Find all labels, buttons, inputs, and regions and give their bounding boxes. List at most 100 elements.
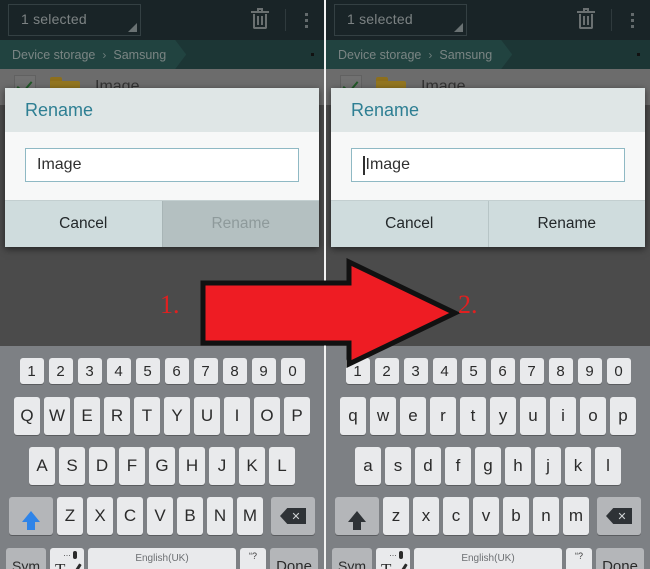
key-U[interactable]: U <box>194 397 220 435</box>
key-m[interactable]: m <box>563 497 589 535</box>
rename-input[interactable]: Image <box>25 148 299 182</box>
handwriting-pen-icon[interactable]: … T <box>376 548 410 569</box>
key-Y[interactable]: Y <box>164 397 190 435</box>
key-G[interactable]: G <box>149 447 175 485</box>
key-t[interactable]: t <box>460 397 486 435</box>
backspace-icon[interactable]: ✕ <box>597 497 641 535</box>
key-F[interactable]: F <box>119 447 145 485</box>
key-e[interactable]: e <box>400 397 426 435</box>
key-J[interactable]: J <box>209 447 235 485</box>
key-v[interactable]: v <box>473 497 499 535</box>
key-D[interactable]: D <box>89 447 115 485</box>
key-L[interactable]: L <box>269 447 295 485</box>
key-X[interactable]: X <box>87 497 113 535</box>
key-f[interactable]: f <box>445 447 471 485</box>
key-9[interactable]: 9 <box>251 358 276 384</box>
key-6[interactable]: 6 <box>490 358 515 384</box>
key-x[interactable]: x <box>413 497 439 535</box>
key-5[interactable]: 5 <box>135 358 160 384</box>
key-h[interactable]: h <box>505 447 531 485</box>
key-K[interactable]: K <box>239 447 265 485</box>
key-1[interactable]: 1 <box>345 358 370 384</box>
key-E[interactable]: E <box>74 397 100 435</box>
key-o[interactable]: o <box>580 397 606 435</box>
key-y[interactable]: y <box>490 397 516 435</box>
shift-arrow-icon[interactable] <box>335 497 379 535</box>
key-z[interactable]: z <box>383 497 409 535</box>
shift-arrow-icon[interactable] <box>9 497 53 535</box>
key-4[interactable]: 4 <box>432 358 457 384</box>
keyboard-row-2: asdfghjkl <box>326 441 650 491</box>
key-1[interactable]: 1 <box>19 358 44 384</box>
handwriting-pen-icon[interactable]: … T <box>50 548 84 569</box>
cancel-button[interactable]: Cancel <box>331 201 488 247</box>
key-q[interactable]: q <box>340 397 366 435</box>
punctuation-alt-label: “? <box>574 551 583 561</box>
backspace-icon[interactable]: ✕ <box>271 497 315 535</box>
rename-dialog: Rename Image Cancel Rename <box>331 88 645 247</box>
cancel-button[interactable]: Cancel <box>5 201 162 247</box>
key-7[interactable]: 7 <box>193 358 218 384</box>
key-P[interactable]: P <box>284 397 310 435</box>
key-j[interactable]: j <box>535 447 561 485</box>
key-O[interactable]: O <box>254 397 280 435</box>
space-key[interactable]: English(UK) <box>414 548 562 569</box>
key-A[interactable]: A <box>29 447 55 485</box>
key-k[interactable]: k <box>565 447 591 485</box>
key-2[interactable]: 2 <box>374 358 399 384</box>
key-B[interactable]: B <box>177 497 203 535</box>
key-I[interactable]: I <box>224 397 250 435</box>
key-s[interactable]: s <box>385 447 411 485</box>
key-l[interactable]: l <box>595 447 621 485</box>
key-g[interactable]: g <box>475 447 501 485</box>
key-Q[interactable]: Q <box>14 397 40 435</box>
key-4[interactable]: 4 <box>106 358 131 384</box>
key-w[interactable]: w <box>370 397 396 435</box>
key-9[interactable]: 9 <box>577 358 602 384</box>
done-key[interactable]: Done <box>596 548 644 569</box>
key-0[interactable]: 0 <box>606 358 631 384</box>
punctuation-alt-label: “? <box>248 551 257 561</box>
key-3[interactable]: 3 <box>403 358 428 384</box>
punctuation-key[interactable]: “? . <box>240 548 266 569</box>
key-d[interactable]: d <box>415 447 441 485</box>
rename-dialog: Rename Image Cancel Rename <box>5 88 319 247</box>
key-r[interactable]: r <box>430 397 456 435</box>
dialog-footer: Cancel Rename <box>5 200 319 247</box>
sym-key[interactable]: Sym <box>6 548 46 569</box>
key-n[interactable]: n <box>533 497 559 535</box>
rename-input[interactable]: Image <box>351 148 625 182</box>
space-key[interactable]: English(UK) <box>88 548 236 569</box>
key-V[interactable]: V <box>147 497 173 535</box>
dialog-footer: Cancel Rename <box>331 200 645 247</box>
key-2[interactable]: 2 <box>48 358 73 384</box>
key-6[interactable]: 6 <box>164 358 189 384</box>
key-u[interactable]: u <box>520 397 546 435</box>
key-3[interactable]: 3 <box>77 358 102 384</box>
key-R[interactable]: R <box>104 397 130 435</box>
key-p[interactable]: p <box>610 397 636 435</box>
key-M[interactable]: M <box>237 497 263 535</box>
key-c[interactable]: c <box>443 497 469 535</box>
key-N[interactable]: N <box>207 497 233 535</box>
key-5[interactable]: 5 <box>461 358 486 384</box>
rename-confirm-button[interactable]: Rename <box>487 201 645 247</box>
key-W[interactable]: W <box>44 397 70 435</box>
punctuation-key[interactable]: “? . <box>566 548 592 569</box>
keyboard-row-3: zxcvbnm ✕ <box>326 491 650 541</box>
key-8[interactable]: 8 <box>548 358 573 384</box>
sym-key[interactable]: Sym <box>332 548 372 569</box>
key-i[interactable]: i <box>550 397 576 435</box>
key-8[interactable]: 8 <box>222 358 247 384</box>
keyboard-row-numbers: 1234567890 <box>0 351 324 391</box>
key-S[interactable]: S <box>59 447 85 485</box>
done-key[interactable]: Done <box>270 548 318 569</box>
key-7[interactable]: 7 <box>519 358 544 384</box>
key-b[interactable]: b <box>503 497 529 535</box>
key-H[interactable]: H <box>179 447 205 485</box>
key-0[interactable]: 0 <box>280 358 305 384</box>
key-T[interactable]: T <box>134 397 160 435</box>
key-C[interactable]: C <box>117 497 143 535</box>
key-Z[interactable]: Z <box>57 497 83 535</box>
key-a[interactable]: a <box>355 447 381 485</box>
